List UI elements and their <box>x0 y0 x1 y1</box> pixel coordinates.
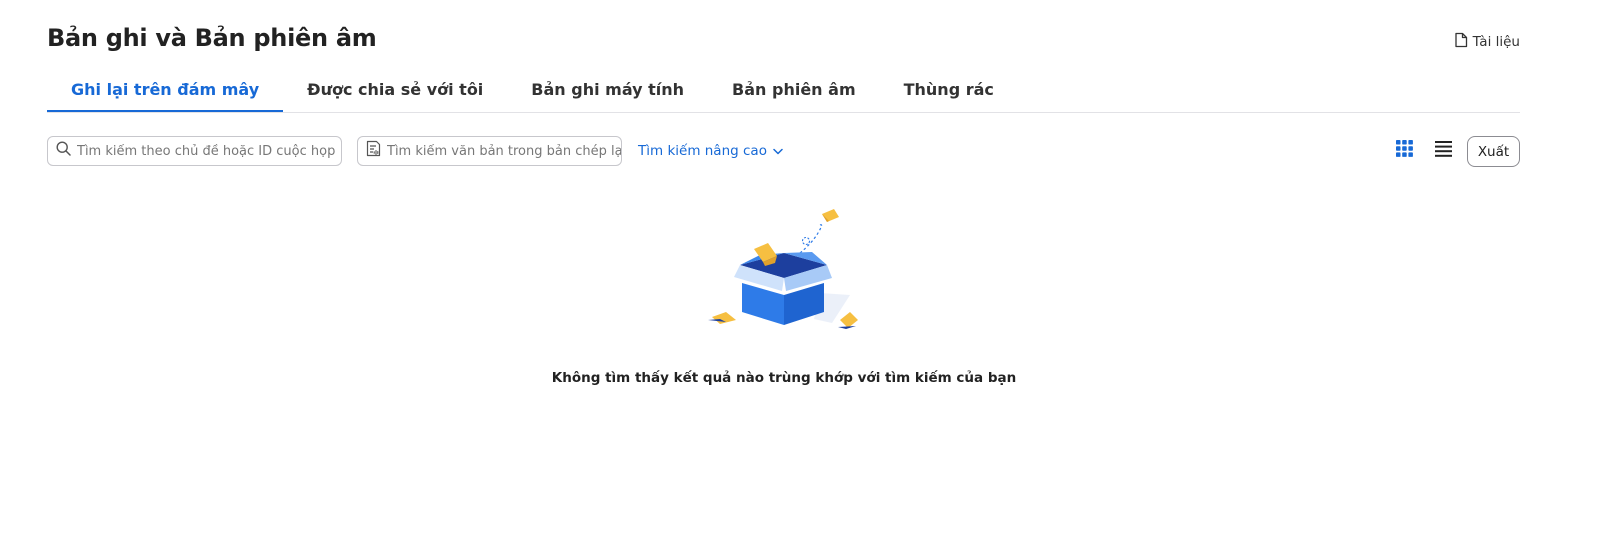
list-view-button[interactable] <box>1431 139 1455 163</box>
documents-link-label: Tài liệu <box>1472 34 1520 50</box>
topic-search-input[interactable] <box>77 143 341 159</box>
documents-link[interactable]: Tài liệu <box>1454 32 1520 52</box>
tab-cloud-recordings[interactable]: Ghi lại trên đám mây <box>47 70 284 112</box>
topic-search-field[interactable] <box>47 136 342 166</box>
transcript-icon <box>366 140 381 162</box>
tab-shared-with-me[interactable]: Được chia sẻ với tôi <box>283 70 507 111</box>
chevron-down-icon <box>773 143 783 159</box>
transcript-search-field[interactable] <box>357 136 622 166</box>
grid-view-button[interactable] <box>1392 139 1416 163</box>
export-button[interactable]: Xuất <box>1467 136 1520 167</box>
empty-box-illustration <box>700 205 870 335</box>
advanced-search-toggle[interactable]: Tìm kiếm nâng cao <box>638 143 783 159</box>
document-icon <box>1454 32 1468 52</box>
transcript-search-input[interactable] <box>387 143 621 159</box>
search-icon <box>56 141 71 161</box>
tab-transcripts[interactable]: Bản phiên âm <box>708 70 880 111</box>
page-title: Bản ghi và Bản phiên âm <box>47 24 377 52</box>
advanced-search-label: Tìm kiếm nâng cao <box>638 143 767 159</box>
grid-view-icon <box>1395 140 1413 162</box>
recording-tabs: Ghi lại trên đám mây Được chia sẻ với tô… <box>47 70 1520 113</box>
tab-trash[interactable]: Thùng rác <box>880 70 1018 111</box>
empty-state-message: Không tìm thấy kết quả nào trùng khớp vớ… <box>551 370 1017 386</box>
list-view-icon <box>1434 140 1452 162</box>
tab-local-recordings[interactable]: Bản ghi máy tính <box>507 70 708 111</box>
